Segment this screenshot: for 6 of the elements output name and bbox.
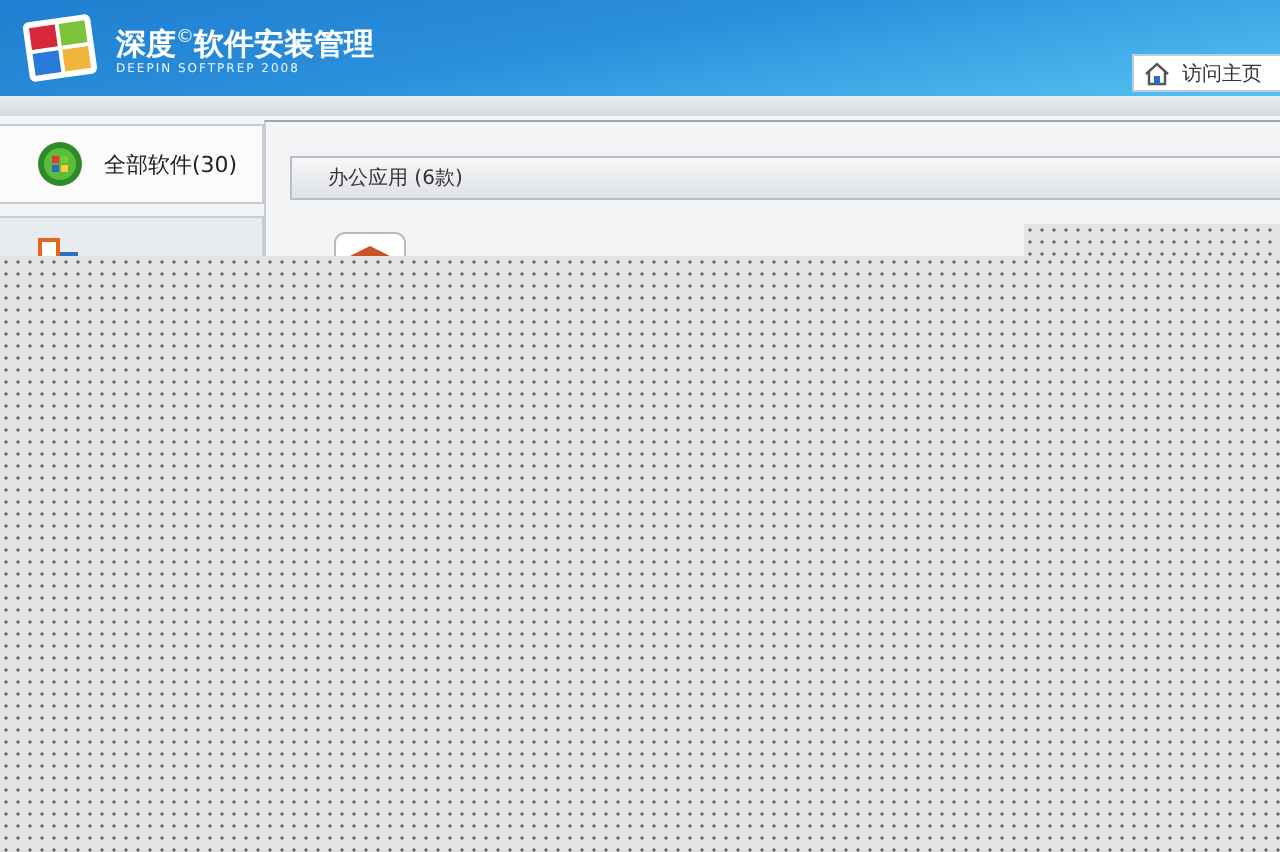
app-title: 深度$^{©}$软件安装管理 (116, 24, 374, 62)
home-icon (1144, 61, 1170, 85)
category-header: 办公应用 (6款) (290, 156, 1280, 200)
home-link[interactable]: 访问主页 (1132, 54, 1280, 92)
sidebar-item[interactable]: 全部软件(30) (0, 124, 264, 204)
orb-icon (36, 140, 84, 188)
